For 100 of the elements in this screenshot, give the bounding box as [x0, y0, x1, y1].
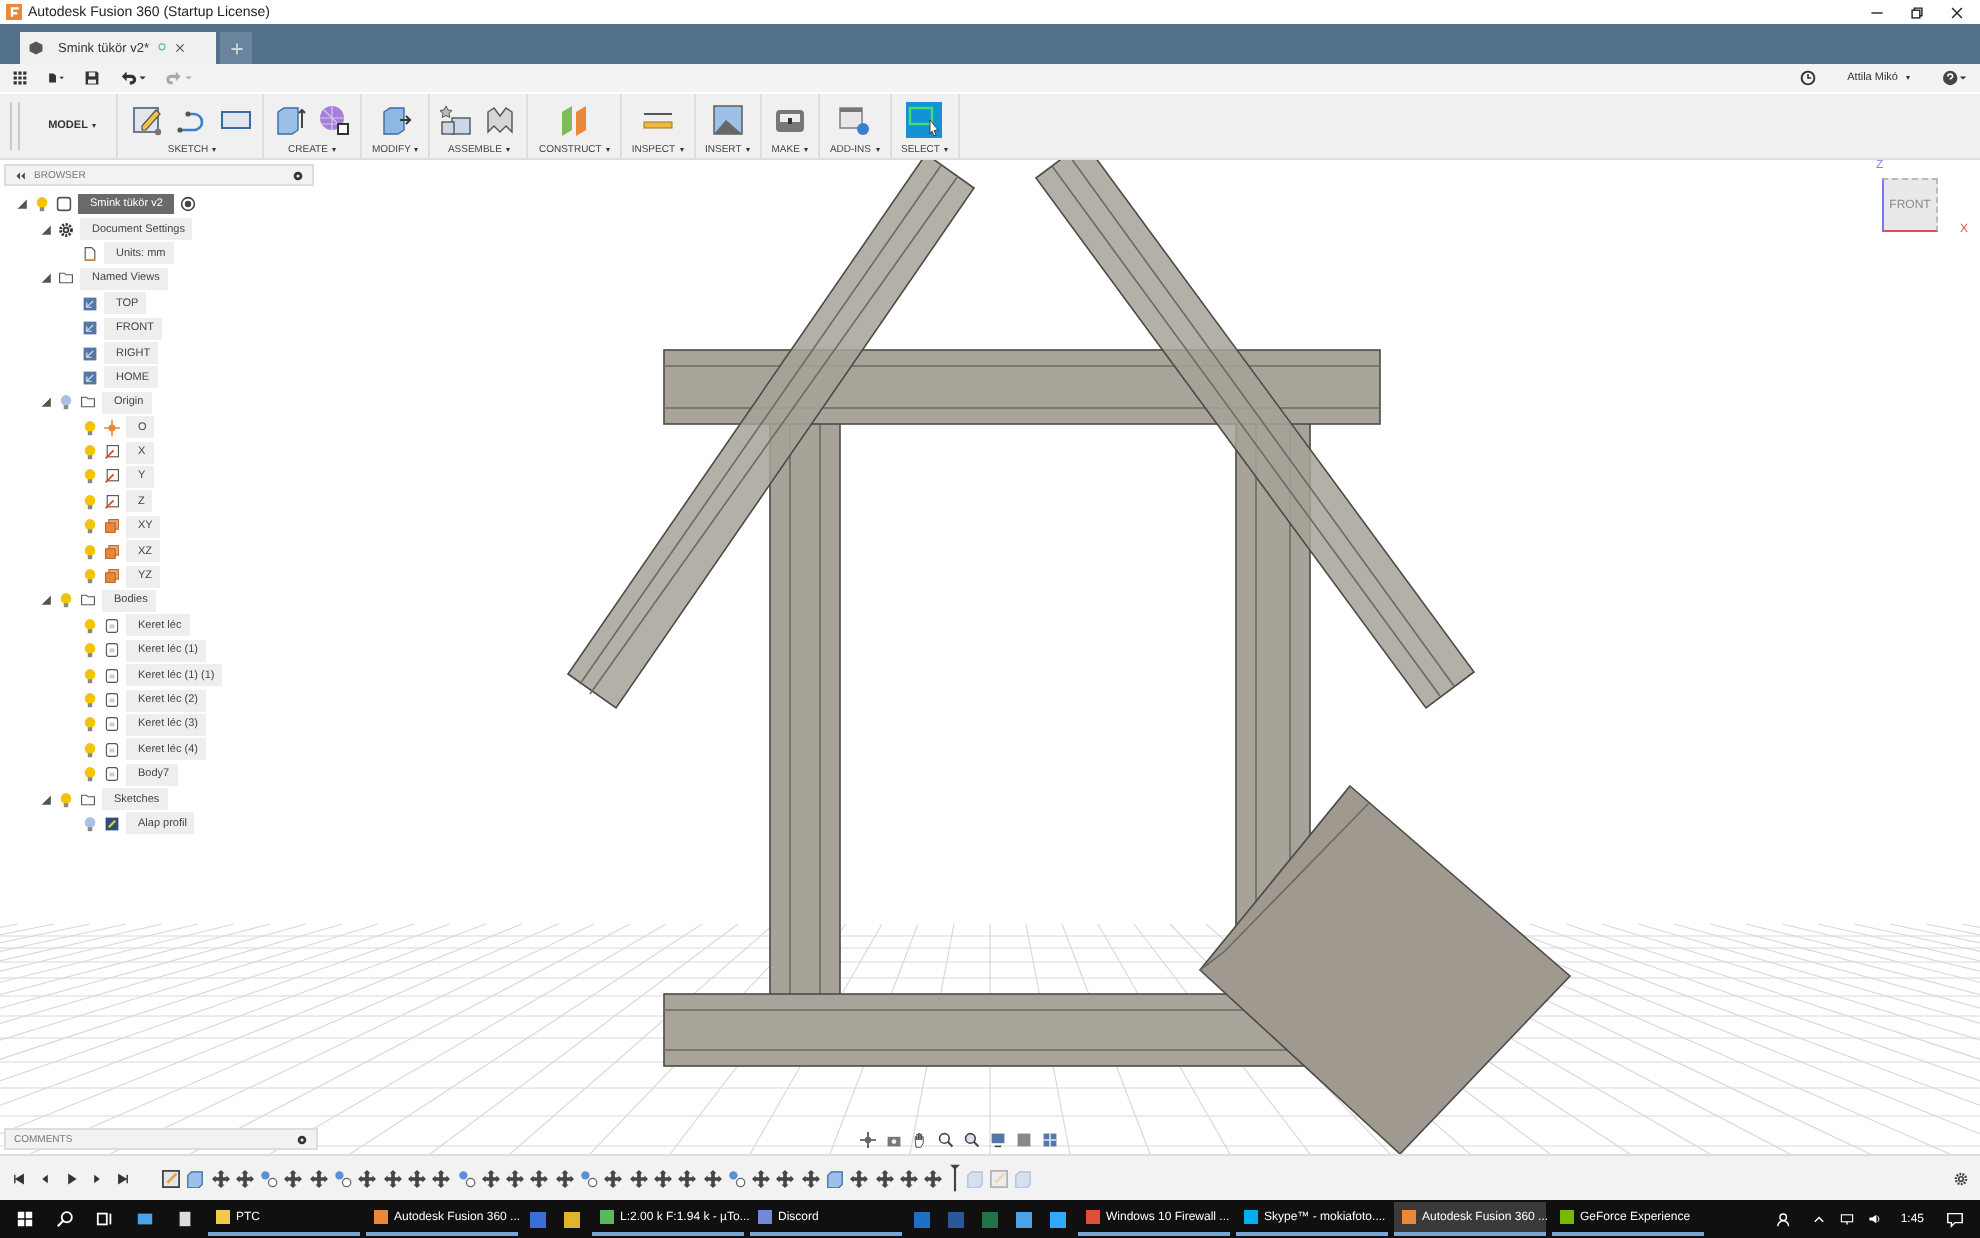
collapse-icon[interactable] [14, 169, 26, 181]
joint-icon[interactable] [580, 1169, 599, 1187]
lightbulb-icon[interactable] [82, 642, 98, 659]
move-arrows-icon[interactable] [875, 1169, 894, 1187]
joint-icon[interactable] [727, 1169, 746, 1187]
play-icon[interactable] [64, 1171, 78, 1185]
move-arrows-icon[interactable] [703, 1169, 722, 1187]
printer-icon[interactable] [773, 104, 806, 136]
frame-model-drawing[interactable] [566, 160, 1572, 1154]
script-icon[interactable] [838, 104, 871, 136]
lightbulb-icon[interactable] [82, 617, 98, 634]
zoom-window-icon[interactable] [964, 1132, 980, 1148]
joint-icon[interactable] [334, 1169, 353, 1187]
close-icon[interactable] [1950, 5, 1964, 19]
box-icon[interactable] [274, 104, 306, 136]
select-icon[interactable] [906, 102, 943, 138]
lightbulb-icon[interactable] [82, 766, 98, 783]
settings-icon[interactable] [292, 169, 304, 181]
step-forward-icon[interactable] [90, 1171, 104, 1185]
lightbulb-icon[interactable] [82, 419, 98, 436]
move-arrows-icon[interactable] [506, 1169, 525, 1187]
help-icon[interactable] [1942, 70, 1968, 86]
speaker-icon[interactable] [1868, 1212, 1883, 1226]
task-view-icon[interactable] [96, 1210, 114, 1228]
lightbulb-icon[interactable] [82, 543, 98, 560]
move-arrows-icon[interactable] [752, 1169, 771, 1187]
component-icon[interactable] [440, 104, 473, 136]
lightbulb-icon[interactable] [82, 716, 98, 733]
move-arrows-icon[interactable] [211, 1169, 230, 1187]
joint-icon[interactable] [484, 104, 517, 136]
clock-icon[interactable] [1799, 70, 1816, 86]
lightbulb-icon[interactable] [82, 568, 98, 585]
move-arrows-icon[interactable] [604, 1169, 623, 1187]
sketch-icon[interactable] [132, 104, 164, 136]
move-arrows-icon[interactable] [629, 1169, 648, 1187]
press-pull-icon[interactable] [379, 104, 412, 136]
move-arrows-icon[interactable] [530, 1169, 549, 1187]
settings-icon[interactable] [1954, 1171, 1968, 1185]
lightbulb-icon[interactable] [82, 741, 98, 758]
camera-icon[interactable] [886, 1132, 902, 1148]
restore-icon[interactable] [1910, 5, 1924, 19]
lightbulb-icon[interactable] [82, 667, 98, 684]
notification-icon[interactable] [1946, 1210, 1964, 1228]
move-arrows-icon[interactable] [309, 1169, 328, 1187]
pan-hand-icon[interactable] [912, 1132, 928, 1148]
calculator-icon[interactable] [176, 1210, 194, 1228]
expand-toggle-icon[interactable] [40, 272, 52, 285]
expand-toggle-icon[interactable] [16, 198, 28, 211]
app-icon[interactable] [136, 1210, 154, 1228]
close-icon[interactable] [173, 42, 186, 54]
move-arrows-icon[interactable] [432, 1169, 451, 1187]
joint-icon[interactable] [457, 1169, 476, 1187]
lightbulb-icon[interactable] [58, 592, 74, 609]
move-arrows-icon[interactable] [899, 1169, 918, 1187]
expand-toggle-icon[interactable] [40, 396, 52, 409]
step-back-icon[interactable] [38, 1171, 52, 1185]
move-arrows-icon[interactable] [678, 1169, 697, 1187]
app-grid-icon[interactable] [12, 70, 28, 86]
network-icon[interactable] [1840, 1212, 1855, 1226]
radio-target-icon[interactable] [180, 196, 197, 213]
windows-start-icon[interactable] [16, 1210, 34, 1228]
undo-icon[interactable] [120, 70, 146, 86]
move-arrows-icon[interactable] [555, 1169, 574, 1187]
joint-icon[interactable] [260, 1169, 279, 1187]
expand-toggle-icon[interactable] [40, 223, 52, 236]
search-icon[interactable] [56, 1210, 74, 1228]
lightbulb-icon[interactable] [34, 196, 50, 213]
move-arrows-icon[interactable] [776, 1169, 795, 1187]
move-arrows-icon[interactable] [383, 1169, 402, 1187]
chevron-up-icon[interactable] [1812, 1212, 1827, 1226]
grid-icon[interactable] [1042, 1132, 1058, 1148]
extrude-box-icon[interactable] [826, 1169, 845, 1187]
file-icon[interactable] [48, 70, 64, 86]
skip-to-end-icon[interactable] [116, 1171, 130, 1185]
lightbulb-icon[interactable] [82, 493, 98, 510]
lightbulb-icon[interactable] [82, 444, 98, 461]
lightbulb-icon[interactable] [58, 791, 74, 808]
move-arrows-icon[interactable] [801, 1169, 820, 1187]
move-arrows-icon[interactable] [284, 1169, 303, 1187]
timeline-marker-icon[interactable] [949, 1162, 959, 1194]
form-icon[interactable] [318, 104, 350, 136]
visual-style-icon[interactable] [1016, 1132, 1032, 1148]
expand-toggle-icon[interactable] [40, 793, 52, 806]
lightbulb-icon[interactable] [58, 394, 74, 411]
skip-to-start-icon[interactable] [12, 1171, 26, 1185]
save-icon[interactable] [84, 70, 100, 86]
display-icon[interactable] [990, 1132, 1006, 1148]
settings-icon[interactable] [296, 1133, 308, 1145]
zoom-icon[interactable] [938, 1132, 954, 1148]
lightbulb-icon[interactable] [82, 815, 98, 832]
lightbulb-icon[interactable] [82, 518, 98, 535]
image-icon[interactable] [711, 104, 744, 136]
sketch-icon[interactable] [162, 1169, 180, 1187]
lightbulb-icon[interactable] [82, 692, 98, 708]
move-arrows-icon[interactable] [850, 1169, 869, 1187]
move-arrows-icon[interactable] [407, 1169, 426, 1187]
move-arrows-icon[interactable] [653, 1169, 672, 1187]
move-arrows-icon[interactable] [481, 1169, 500, 1187]
people-icon[interactable] [1776, 1210, 1795, 1228]
move-arrows-icon[interactable] [235, 1169, 254, 1187]
